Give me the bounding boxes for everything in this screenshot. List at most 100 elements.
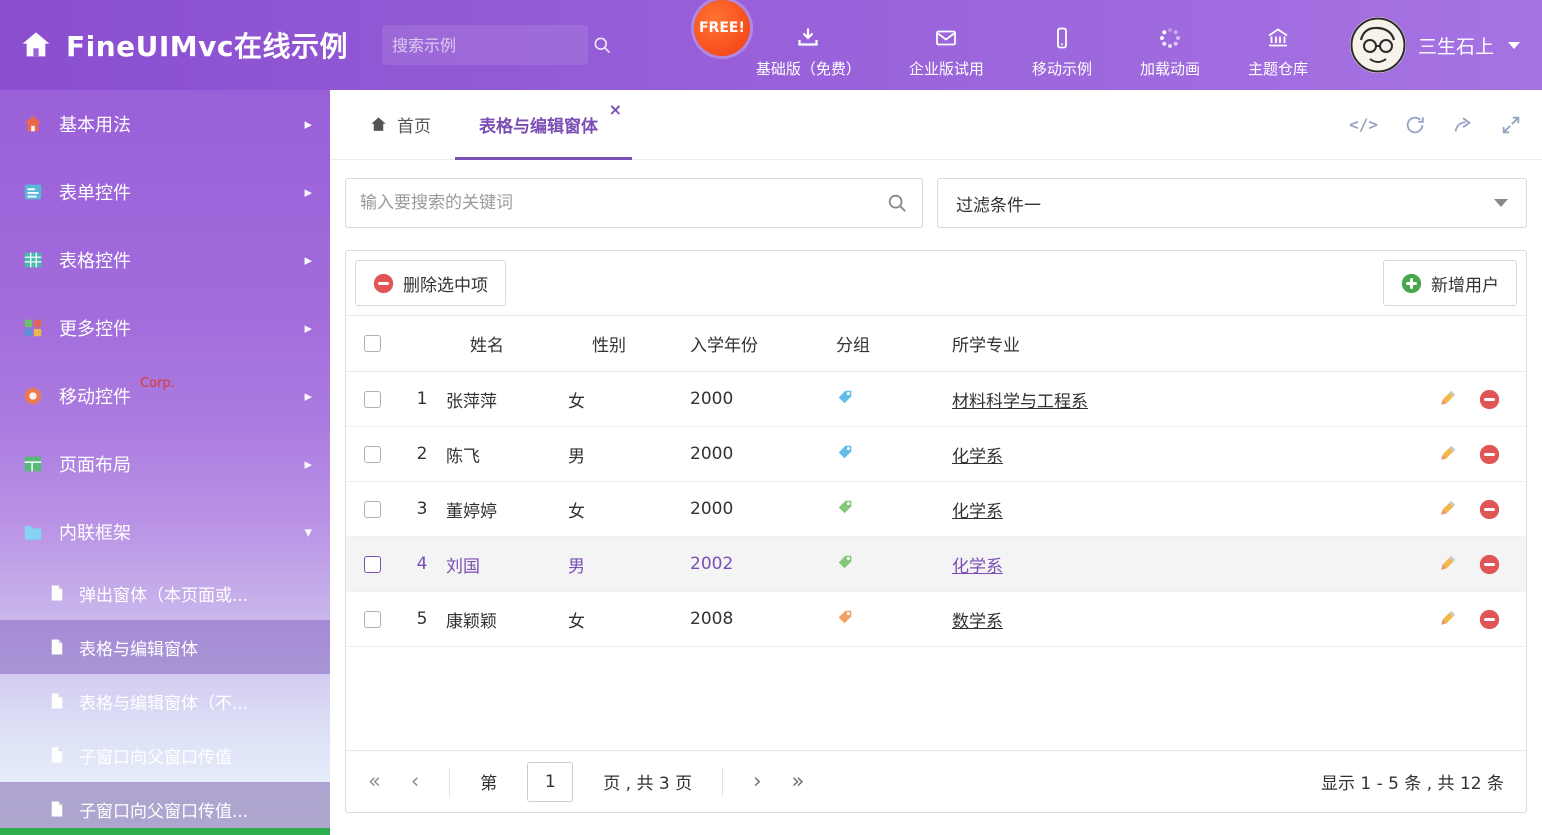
edit-icon[interactable] (1436, 608, 1458, 630)
home-icon (22, 113, 44, 135)
column-header-name: 姓名 (446, 316, 568, 372)
row-checkbox[interactable] (364, 501, 381, 518)
share-icon[interactable] (1452, 114, 1474, 136)
first-page-icon[interactable]: « (368, 771, 381, 792)
sidebar-subitem-label: 子窗口向父窗口传值... (79, 797, 248, 822)
page-number-input[interactable] (527, 762, 573, 802)
keyword-search-input[interactable] (360, 193, 886, 213)
chevron-right-icon: ▸ (304, 455, 312, 473)
sidebar-item-label: 移动控件 (59, 383, 131, 409)
row-checkbox[interactable] (364, 611, 381, 628)
cell-gender: 男 (568, 427, 690, 482)
cell-gender: 男 (568, 537, 690, 592)
sidebar-subitem-popup-window[interactable]: 弹出窗体（本页面或... (0, 566, 330, 620)
free-badge: FREE! (694, 0, 750, 56)
sidebar-subitem-grid-edit-window-alt[interactable]: 表格与编辑窗体（不... (0, 674, 330, 728)
major-link[interactable]: 材料科学与工程系 (952, 392, 1088, 412)
sidebar-subitem-child-to-parent[interactable]: 子窗口向父窗口传值 (0, 728, 330, 782)
sidebar-item-form-controls[interactable]: 表单控件 ▸ (0, 158, 330, 226)
sidebar-subitem-label: 子窗口向父窗口传值 (79, 743, 232, 768)
app-root: FineUIMvc在线示例 FREE! 基础版（免费） 企业版试用 (0, 0, 1542, 835)
tab-grid-edit-window[interactable]: 表格与编辑窗体 × (455, 90, 632, 159)
edit-icon[interactable] (1436, 498, 1458, 520)
page-suffix-label: 页 , 共 3 页 (603, 769, 692, 794)
nav-item-loading-animation[interactable]: 加载动画 (1140, 12, 1200, 79)
grid-panel: 删除选中项 新增用户 姓名 性 (345, 250, 1527, 813)
column-header-group: 分组 (836, 316, 952, 372)
edit-icon[interactable] (1436, 443, 1458, 465)
file-icon (48, 584, 66, 602)
select-all-checkbox[interactable] (364, 335, 381, 352)
row-number: 3 (398, 482, 446, 537)
delete-icon[interactable] (1479, 499, 1500, 520)
row-checkbox[interactable] (364, 391, 381, 408)
bank-icon (1266, 26, 1290, 50)
sidebar-item-grid-controls[interactable]: 表格控件 ▸ (0, 226, 330, 294)
view-source-icon[interactable]: </> (1349, 115, 1378, 134)
delete-icon[interactable] (1479, 609, 1500, 630)
blocks-icon (22, 317, 44, 339)
table-row: 1 张萍萍 女 2000 材料科学与工程系 (346, 372, 1526, 427)
user-menu[interactable]: 三生石上 (1350, 17, 1520, 73)
major-link[interactable]: 化学系 (952, 502, 1003, 522)
envelope-icon (934, 26, 958, 50)
tab-close-icon[interactable]: × (609, 102, 622, 118)
file-icon (48, 746, 66, 764)
last-page-icon[interactable]: » (792, 771, 805, 792)
refresh-icon[interactable] (1404, 114, 1426, 136)
cell-name: 陈飞 (446, 427, 568, 482)
chevron-right-icon: ▸ (304, 115, 312, 133)
expand-icon[interactable] (1500, 114, 1522, 136)
add-user-button[interactable]: 新增用户 (1383, 260, 1517, 306)
file-icon (48, 638, 66, 656)
tab-home[interactable]: 首页 (345, 90, 455, 159)
delete-icon[interactable] (1479, 554, 1500, 575)
folder-icon (22, 521, 44, 543)
row-number: 2 (398, 427, 446, 482)
sidebar-item-inline-frame[interactable]: 内联框架 ▾ (0, 498, 330, 566)
sidebar-item-basic-usage[interactable]: 基本用法 ▸ (0, 90, 330, 158)
pagination-bar: « ‹ 第 页 , 共 3 页 › » 显示 1 - 5 条 , 共 12 条 (346, 750, 1526, 812)
nav-item-label: 加载动画 (1140, 58, 1200, 79)
next-page-icon[interactable]: › (753, 771, 761, 792)
sidebar-subitem-child-to-parent-alt[interactable]: 子窗口向父窗口传值... (0, 782, 330, 835)
delete-selected-button[interactable]: 删除选中项 (355, 260, 506, 306)
nav-item-mobile-demo[interactable]: 移动示例 (1032, 12, 1092, 79)
sidebar-subitem-grid-edit-window[interactable]: 表格与编辑窗体 (0, 620, 330, 674)
nav-item-enterprise-trial[interactable]: 企业版试用 (909, 12, 984, 79)
row-checkbox[interactable] (364, 446, 381, 463)
sidebar-item-more-controls[interactable]: 更多控件 ▸ (0, 294, 330, 362)
major-link[interactable]: 化学系 (952, 557, 1003, 577)
tag-icon (836, 608, 854, 626)
row-checkbox[interactable] (364, 556, 381, 573)
user-name: 三生石上 (1418, 32, 1494, 59)
edit-icon[interactable] (1436, 553, 1458, 575)
row-number: 4 (398, 537, 446, 592)
file-icon (48, 800, 66, 818)
nav-item-basic-free[interactable]: FREE! 基础版（免费） (756, 12, 861, 79)
spinner-icon (1158, 26, 1182, 50)
search-icon[interactable] (886, 192, 908, 214)
major-link[interactable]: 数学系 (952, 612, 1003, 632)
edit-icon[interactable] (1436, 388, 1458, 410)
delete-selected-label: 删除选中项 (403, 271, 488, 296)
delete-icon[interactable] (1479, 444, 1500, 465)
filter-dropdown[interactable]: 过滤条件一 (937, 178, 1527, 228)
tag-icon (836, 498, 854, 516)
tag-icon (836, 388, 854, 406)
tab-content: 过滤条件一 删除选中项 新增用户 (330, 160, 1542, 835)
chevron-right-icon: ▸ (304, 183, 312, 201)
sidebar-item-mobile-controls[interactable]: 移动控件 Corp. ▸ (0, 362, 330, 430)
sidebar-item-page-layout[interactable]: 页面布局 ▸ (0, 430, 330, 498)
major-link[interactable]: 化学系 (952, 447, 1003, 467)
sidebar-item-label: 表单控件 (59, 179, 289, 205)
nav-item-label: 企业版试用 (909, 58, 984, 79)
nav-item-theme-store[interactable]: 主题仓库 (1248, 12, 1308, 79)
app-logo[interactable]: FineUIMvc在线示例 (20, 25, 348, 65)
page-prefix-label: 第 (480, 769, 497, 794)
header-search-input[interactable] (392, 36, 592, 55)
mobile-control-icon (22, 385, 44, 407)
delete-icon[interactable] (1479, 389, 1500, 410)
prev-page-icon[interactable]: ‹ (411, 771, 419, 792)
search-icon[interactable] (592, 35, 612, 55)
